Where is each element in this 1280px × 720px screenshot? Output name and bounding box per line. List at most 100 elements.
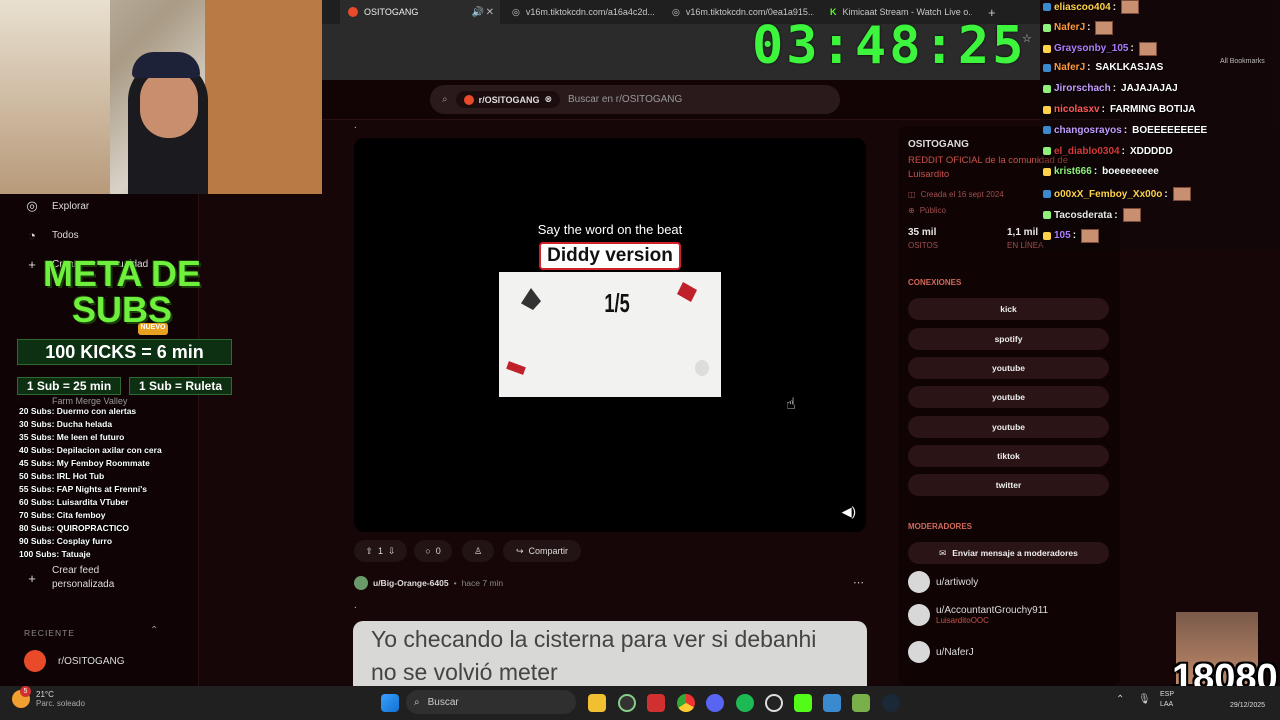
- chat-username[interactable]: 105: [1054, 230, 1071, 241]
- award-button[interactable]: ♙: [462, 540, 494, 562]
- chat-emote: [1081, 228, 1100, 243]
- comments-button[interactable]: ○ 0: [414, 540, 452, 562]
- plus-icon: +: [28, 570, 36, 586]
- globe-icon: ⊕: [908, 206, 915, 215]
- clear-chip-icon[interactable]: ⊗: [544, 94, 552, 105]
- weather-desc: Parc. soleado: [36, 699, 85, 708]
- all-bookmarks[interactable]: All Bookmarks: [1220, 58, 1265, 65]
- tab-tiktokcdn-1[interactable]: ◎ v16m.tiktokcdn.com/a16a4c2d...: [504, 0, 654, 24]
- video-counter: 1/5: [604, 288, 630, 318]
- microphone-icon[interactable]: 🎙: [1138, 694, 1151, 705]
- moderator-row[interactable]: u/artiwoly: [908, 571, 978, 593]
- stream-timer: 03:48:25: [752, 16, 1027, 76]
- discord-icon[interactable]: [706, 694, 724, 712]
- chat-line: Graysonby_105 :: [1043, 41, 1157, 56]
- subreddit-chip[interactable]: r/OSITOGANG ⊗: [455, 91, 560, 108]
- moderator-row[interactable]: u/NaferJ: [908, 641, 974, 663]
- bulb-icon: [695, 360, 709, 376]
- comment-icon: ○: [425, 546, 431, 556]
- mouse-cursor: ☝: [786, 396, 796, 413]
- chat-username[interactable]: changosrayos: [1054, 125, 1122, 136]
- created-label: Creada el 16 sept 2024: [920, 190, 1004, 199]
- chat-line: 105 :: [1043, 228, 1100, 243]
- tab-ositogang[interactable]: OSITOGANG 🔊 ✕: [340, 0, 500, 24]
- chat-badge-icon: [1043, 105, 1051, 114]
- connection-link-youtube[interactable]: youtube: [908, 386, 1109, 408]
- recent-item-ositogang[interactable]: r/OSITOGANG: [24, 650, 125, 672]
- chat-username[interactable]: NaferJ: [1054, 22, 1085, 33]
- connection-link-youtube[interactable]: youtube: [908, 357, 1109, 379]
- nav-explore[interactable]: ◎ Explorar: [24, 198, 89, 214]
- chat-username[interactable]: nicolasxv: [1054, 104, 1100, 115]
- steam-icon[interactable]: [882, 694, 900, 712]
- nav-create-feed[interactable]: + Crear feed personalizada: [24, 564, 132, 592]
- windows-start-icon[interactable]: [381, 694, 399, 712]
- file-explorer-icon[interactable]: [588, 694, 606, 712]
- chat-username[interactable]: krist666: [1054, 166, 1092, 177]
- chat-badge-icon: [1043, 23, 1051, 32]
- language-indicator[interactable]: ESP LAA: [1160, 690, 1174, 710]
- volume-icon[interactable]: ◀): [842, 504, 856, 520]
- chat-username[interactable]: Jirorschach: [1054, 83, 1111, 94]
- community-created: ◫ Creada el 16 sept 2024: [908, 190, 1004, 199]
- connection-link-kick[interactable]: kick: [908, 298, 1109, 320]
- webcam-cap: [132, 52, 200, 78]
- sub-goal-item: 70 Subs: Cita femboy: [19, 510, 106, 520]
- message-mods-label: Enviar mensaje a moderadores: [952, 548, 1078, 558]
- upvote-icon[interactable]: ⇧: [365, 546, 373, 557]
- weather-widget[interactable]: 5 21°C Parc. soleado: [12, 686, 85, 708]
- notification-badge: 5: [20, 686, 31, 697]
- sub-goal-item: 60 Subs: Luisardita VTuber: [19, 497, 129, 507]
- chat-username[interactable]: el_diablo0304: [1054, 146, 1120, 157]
- close-icon[interactable]: ✕: [486, 7, 494, 18]
- post-author[interactable]: u/Big-Orange-6405: [373, 578, 449, 588]
- app-icon[interactable]: [618, 694, 636, 712]
- vote-count: 1: [377, 546, 383, 556]
- nav-label: r/OSITOGANG: [58, 655, 125, 667]
- taskbar-search[interactable]: ⌕ Buscar: [406, 690, 576, 714]
- spotify-icon[interactable]: [736, 694, 754, 712]
- chat-line: NaferJ : SAKLKASJAS: [1043, 62, 1163, 73]
- kick-app-icon[interactable]: [794, 694, 812, 712]
- moderator-flair: LuisarditoOOC: [936, 616, 989, 625]
- next-post-image[interactable]: Yo checando la cisterna para ver si deba…: [353, 621, 867, 686]
- connection-link-spotify[interactable]: spotify: [908, 328, 1109, 350]
- minecraft-icon[interactable]: [852, 694, 870, 712]
- chat-badge-icon: [1043, 3, 1051, 11]
- more-options-icon[interactable]: ⋯: [853, 576, 864, 589]
- search-icon: ⌕: [442, 94, 448, 105]
- chevron-up-icon[interactable]: ⌃: [1116, 694, 1124, 705]
- nav-farm-merge-valley[interactable]: Farm Merge Valley: [24, 396, 127, 406]
- chat-separator: :: [1087, 22, 1091, 34]
- sub-goal-item: 20 Subs: Duermo con alertas: [19, 406, 137, 416]
- chrome-icon[interactable]: [677, 694, 695, 712]
- nav-all[interactable]: ◔ Todos: [24, 227, 79, 243]
- connection-link-youtube[interactable]: youtube: [908, 416, 1109, 438]
- webcam-door: [205, 0, 322, 194]
- moderator-row[interactable]: u/AccountantGrouchy911 LuisarditoOOC: [908, 604, 1048, 626]
- nav-label: Crear feed personalizada: [52, 565, 115, 590]
- chevron-up-icon[interactable]: ⌃: [150, 625, 158, 636]
- chat-username[interactable]: eliascoo404: [1054, 2, 1111, 13]
- video-caption-line2: Diddy version: [354, 242, 866, 270]
- chat-username[interactable]: Tacosderata: [1054, 210, 1112, 221]
- share-button[interactable]: ↪ Compartir: [503, 540, 581, 562]
- message-mods-button[interactable]: ✉ Enviar mensaje a moderadores: [908, 542, 1109, 564]
- chat-username[interactable]: NaferJ: [1054, 62, 1085, 73]
- connection-link-tiktok[interactable]: tiktok: [908, 445, 1109, 467]
- obs-icon[interactable]: [765, 694, 783, 712]
- app-red-icon[interactable]: [647, 694, 665, 712]
- connection-link-twitter[interactable]: twitter: [908, 474, 1109, 496]
- vote-buttons[interactable]: ⇧ 1 ⇩: [354, 540, 407, 562]
- notepad-icon[interactable]: [823, 694, 841, 712]
- chat-username[interactable]: Graysonby_105: [1054, 43, 1129, 54]
- downvote-icon[interactable]: ⇩: [388, 546, 396, 557]
- caption-highlight: Diddy version: [539, 242, 681, 270]
- chat-username[interactable]: o00xX_Femboy_Xx00o: [1054, 189, 1162, 200]
- user-avatar: [354, 576, 368, 590]
- comment-count: 0: [435, 546, 441, 556]
- search-bar[interactable]: ⌕ r/OSITOGANG ⊗ Buscar en r/OSITOGANG: [430, 85, 840, 114]
- sub-goal-item: 55 Subs: FAP Nights at Frenni's: [19, 484, 147, 494]
- chat-badge-icon: [1043, 211, 1051, 219]
- connections-header: CONEXIONES: [908, 278, 962, 287]
